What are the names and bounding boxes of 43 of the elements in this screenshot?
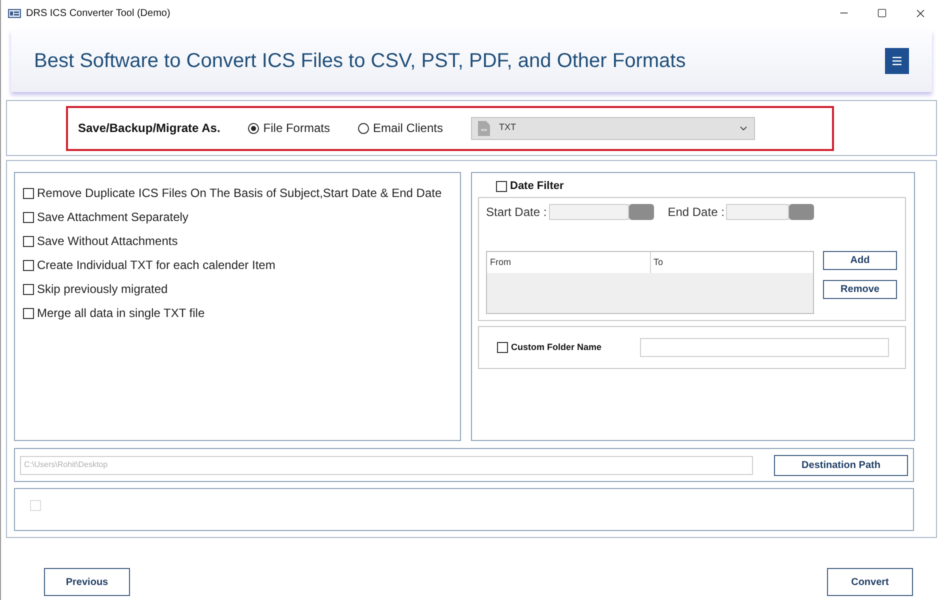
- footer-button[interactable]: Previous: [44, 568, 130, 596]
- end-date-field[interactable]: [726, 204, 790, 220]
- save-as-label: Save/Backup/Migrate As.: [78, 120, 220, 137]
- dropdown-value: TXT: [499, 121, 516, 134]
- checkbox[interactable]: [497, 342, 508, 353]
- checkbox[interactable]: [23, 236, 34, 246]
- option-label[interactable]: Merge all data in single TXT file: [37, 304, 205, 322]
- table-action-button[interactable]: Remove: [823, 280, 897, 299]
- menu-icon: [891, 55, 903, 67]
- radio-label[interactable]: File Formats: [263, 119, 330, 137]
- start-date-label: Start Date :: [486, 204, 547, 221]
- checkbox[interactable]: [23, 212, 34, 222]
- option-label[interactable]: Skip previously migrated: [37, 280, 168, 298]
- option-label[interactable]: Remove Duplicate ICS Files On The Basis of Subject,Start Date & End Date: [37, 184, 442, 202]
- format-dropdown[interactable]: TXT: [471, 116, 755, 140]
- maximize-icon: [877, 8, 887, 18]
- footer-button[interactable]: Convert: [827, 568, 913, 596]
- header-title: Best Software to Convert ICS Files to CSV, PST, PDF, and Other Formats: [34, 49, 686, 74]
- checkbox[interactable]: [23, 260, 34, 270]
- folder-name-field[interactable]: [640, 338, 889, 357]
- checkbox[interactable]: [23, 188, 34, 198]
- radio-label[interactable]: Email Clients: [372, 119, 443, 137]
- end-date-label: End Date :: [668, 204, 724, 221]
- radio-button[interactable]: [248, 122, 260, 134]
- app-icon: [8, 8, 21, 18]
- radio-button[interactable]: [358, 122, 369, 134]
- custom-folder-label[interactable]: Custom Folder Name: [511, 340, 602, 354]
- file-icon: [478, 120, 490, 136]
- column-header: To: [650, 252, 813, 273]
- start-date-field[interactable]: [548, 204, 629, 220]
- column-header: From: [489, 256, 512, 269]
- calendar-button[interactable]: [789, 204, 814, 220]
- checkbox[interactable]: [496, 180, 507, 192]
- option-label[interactable]: Create Individual TXT for each calender Item: [37, 256, 276, 274]
- destination-path-button[interactable]: Destination Path: [774, 454, 908, 476]
- checkbox[interactable]: [23, 284, 34, 294]
- option-label[interactable]: Save Attachment Separately: [37, 208, 188, 226]
- checkbox[interactable]: [23, 308, 34, 318]
- window-title: DRS ICS Converter Tool (Demo): [26, 6, 170, 20]
- option-label[interactable]: Save Without Attachments: [37, 232, 178, 250]
- date-filter-label[interactable]: Date Filter: [510, 178, 564, 194]
- table-action-button[interactable]: Add: [823, 251, 897, 270]
- menu-button[interactable]: [885, 48, 909, 74]
